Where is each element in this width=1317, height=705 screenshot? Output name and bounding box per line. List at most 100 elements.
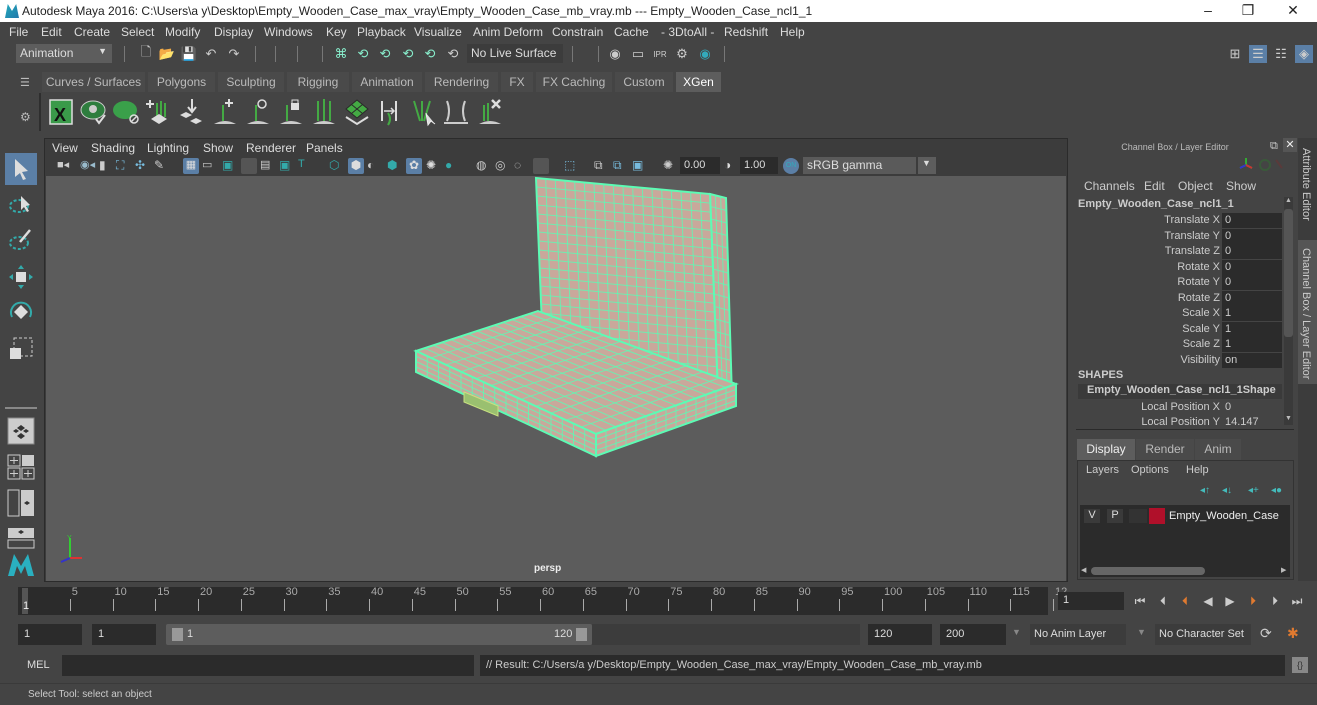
channel-value[interactable]: 1: [1222, 306, 1282, 321]
menu-redshift[interactable]: Redshift: [724, 25, 768, 39]
live-surface-field[interactable]: No Live Surface: [467, 44, 563, 63]
safe-action-icon[interactable]: ▣: [279, 158, 295, 174]
viewport-menu-panels[interactable]: Panels: [306, 141, 343, 155]
wooden-case-model[interactable]: [46, 176, 1066, 581]
channel-row-scale-x[interactable]: Scale X1: [1076, 306, 1286, 321]
menu-visualize[interactable]: Visualize: [414, 25, 462, 39]
go-to-end-icon[interactable]: ⏭: [1289, 593, 1305, 609]
layer-tab-render[interactable]: Render: [1136, 439, 1194, 460]
menu-help[interactable]: Help: [780, 25, 805, 39]
open-scene-icon[interactable]: 📂: [158, 45, 176, 63]
guide-select-icon[interactable]: [442, 97, 470, 127]
shelf-menu-icon[interactable]: ☰: [20, 76, 34, 89]
hypershade-icon[interactable]: ◉: [696, 45, 714, 63]
layer-menu-options[interactable]: Options: [1131, 464, 1169, 476]
add-guide-icon[interactable]: [211, 97, 239, 127]
snap-point-icon[interactable]: ⟲: [376, 45, 394, 63]
save-scene-icon[interactable]: 💾: [180, 45, 198, 63]
menu-modify[interactable]: Modify: [165, 25, 200, 39]
gamma-field[interactable]: 1.00: [740, 157, 778, 174]
close-panel-icon[interactable]: ✕: [1283, 138, 1297, 152]
menu-3dtoall[interactable]: - 3DtoAll -: [661, 25, 714, 39]
menu-playback[interactable]: Playback: [357, 25, 406, 39]
select-tool-icon[interactable]: [5, 153, 37, 185]
snap-view-plane-icon[interactable]: ⟲: [399, 45, 417, 63]
menu-constrain[interactable]: Constrain: [552, 25, 603, 39]
rebuild-guides-icon[interactable]: [376, 97, 404, 127]
gate-mask-icon[interactable]: [241, 158, 257, 174]
tab-fx[interactable]: FX: [501, 72, 533, 92]
tab-attribute-editor[interactable]: Attribute Editor: [1300, 148, 1312, 221]
screen-space-ao-icon[interactable]: ◍: [476, 158, 492, 174]
wireframe-icon[interactable]: ⬡: [329, 158, 345, 174]
safe-title-icon[interactable]: T: [298, 158, 314, 174]
menu-file[interactable]: File: [9, 25, 28, 39]
four-view-layout-icon[interactable]: [5, 451, 37, 483]
close-button[interactable]: ✕: [1270, 2, 1316, 20]
grid-toggle-icon[interactable]: ▦: [183, 158, 199, 174]
layer-playback-toggle[interactable]: P: [1107, 509, 1123, 523]
shape-name[interactable]: Empty_Wooden_Case_ncl1_1Shape: [1078, 384, 1282, 399]
exposure-field[interactable]: 0.00: [680, 157, 720, 174]
new-empty-layer-icon[interactable]: ◂+: [1248, 485, 1259, 496]
paint-select-tool-icon[interactable]: [5, 224, 37, 256]
play-forwards-icon[interactable]: ▶: [1222, 593, 1238, 609]
xray-joints-icon[interactable]: ⧉: [613, 158, 629, 174]
range-end-handle[interactable]: [576, 628, 587, 641]
render-current-icon[interactable]: ▭: [629, 45, 647, 63]
move-layer-up-icon[interactable]: ◂↑: [1200, 485, 1210, 496]
channel-row-scale-z[interactable]: Scale Z1: [1076, 337, 1286, 352]
layer-row[interactable]: V P Empty_Wooden_Case: [1080, 506, 1290, 526]
scroll-up-icon[interactable]: ▲: [1285, 197, 1292, 204]
persp-outliner-layout-icon[interactable]: [5, 487, 37, 519]
scale-tool-icon[interactable]: [5, 333, 37, 365]
channel-box-scrollbar[interactable]: ▲ ▼: [1284, 197, 1293, 425]
render-view-icon[interactable]: ◉: [606, 45, 624, 63]
field-chart-icon[interactable]: ▤: [260, 158, 276, 174]
animation-end-field[interactable]: 200: [940, 624, 1006, 645]
xray-icon[interactable]: ⧉: [594, 158, 610, 174]
delete-guide-icon[interactable]: [476, 97, 504, 127]
channel-value[interactable]: 1: [1222, 322, 1282, 337]
shelf-settings-gear-icon[interactable]: ⚙: [20, 110, 34, 124]
make-live-icon[interactable]: ⟲: [444, 45, 462, 63]
redo-icon[interactable]: ↷: [225, 45, 243, 63]
channel-row-rotate-x[interactable]: Rotate X0: [1076, 260, 1286, 275]
snap-curve-icon[interactable]: ⟲: [354, 45, 372, 63]
maya-home-icon[interactable]: [5, 548, 37, 580]
camera-attributes-icon[interactable]: ◉◂: [80, 158, 96, 174]
use-default-material-icon[interactable]: ◐: [367, 158, 383, 174]
viewport-menu-shading[interactable]: Shading: [91, 141, 135, 155]
tool-settings-icon[interactable]: ☷: [1272, 45, 1290, 63]
channel-value[interactable]: 1: [1222, 337, 1282, 352]
anim-layer-chevron-icon[interactable]: ▼: [1012, 627, 1021, 637]
menu-windows[interactable]: Windows: [264, 25, 313, 39]
color-space-dropdown[interactable]: sRGB gamma: [803, 157, 916, 174]
move-tool-icon[interactable]: [5, 261, 37, 293]
viewport-menu-view[interactable]: View: [52, 141, 78, 155]
menu-select[interactable]: Select: [121, 25, 154, 39]
bend-guides-icon[interactable]: [410, 97, 438, 127]
animation-start-field[interactable]: 1: [18, 624, 82, 645]
select-guide-icon[interactable]: [244, 97, 272, 127]
channel-value[interactable]: 0: [1222, 400, 1282, 415]
viewport-menu-renderer[interactable]: Renderer: [246, 141, 296, 155]
tab-polygons[interactable]: Polygons: [148, 72, 215, 92]
layer-menu-help[interactable]: Help: [1186, 464, 1209, 476]
move-layer-down-icon[interactable]: ◂↓: [1222, 485, 1232, 496]
command-input[interactable]: [62, 655, 474, 676]
channel-row-rotate-z[interactable]: Rotate Z0: [1076, 291, 1286, 306]
channel-value[interactable]: 0: [1222, 260, 1282, 275]
xray-components-icon[interactable]: ▣: [632, 158, 648, 174]
channel-row-visibility[interactable]: Visibility on: [1076, 353, 1286, 368]
channel-value[interactable]: 0: [1222, 291, 1282, 306]
channel-value[interactable]: 0: [1222, 229, 1282, 244]
xgen-preview-icon[interactable]: [80, 97, 108, 127]
menu-create[interactable]: Create: [74, 25, 110, 39]
channel-value[interactable]: 0: [1222, 213, 1282, 228]
add-guides-icon[interactable]: [145, 97, 173, 127]
exposure-icon[interactable]: ✺: [663, 158, 679, 174]
layer-tab-anim[interactable]: Anim: [1195, 439, 1241, 460]
single-perspective-layout-icon[interactable]: [5, 415, 37, 447]
smooth-shade-icon[interactable]: ⬢: [348, 158, 364, 174]
